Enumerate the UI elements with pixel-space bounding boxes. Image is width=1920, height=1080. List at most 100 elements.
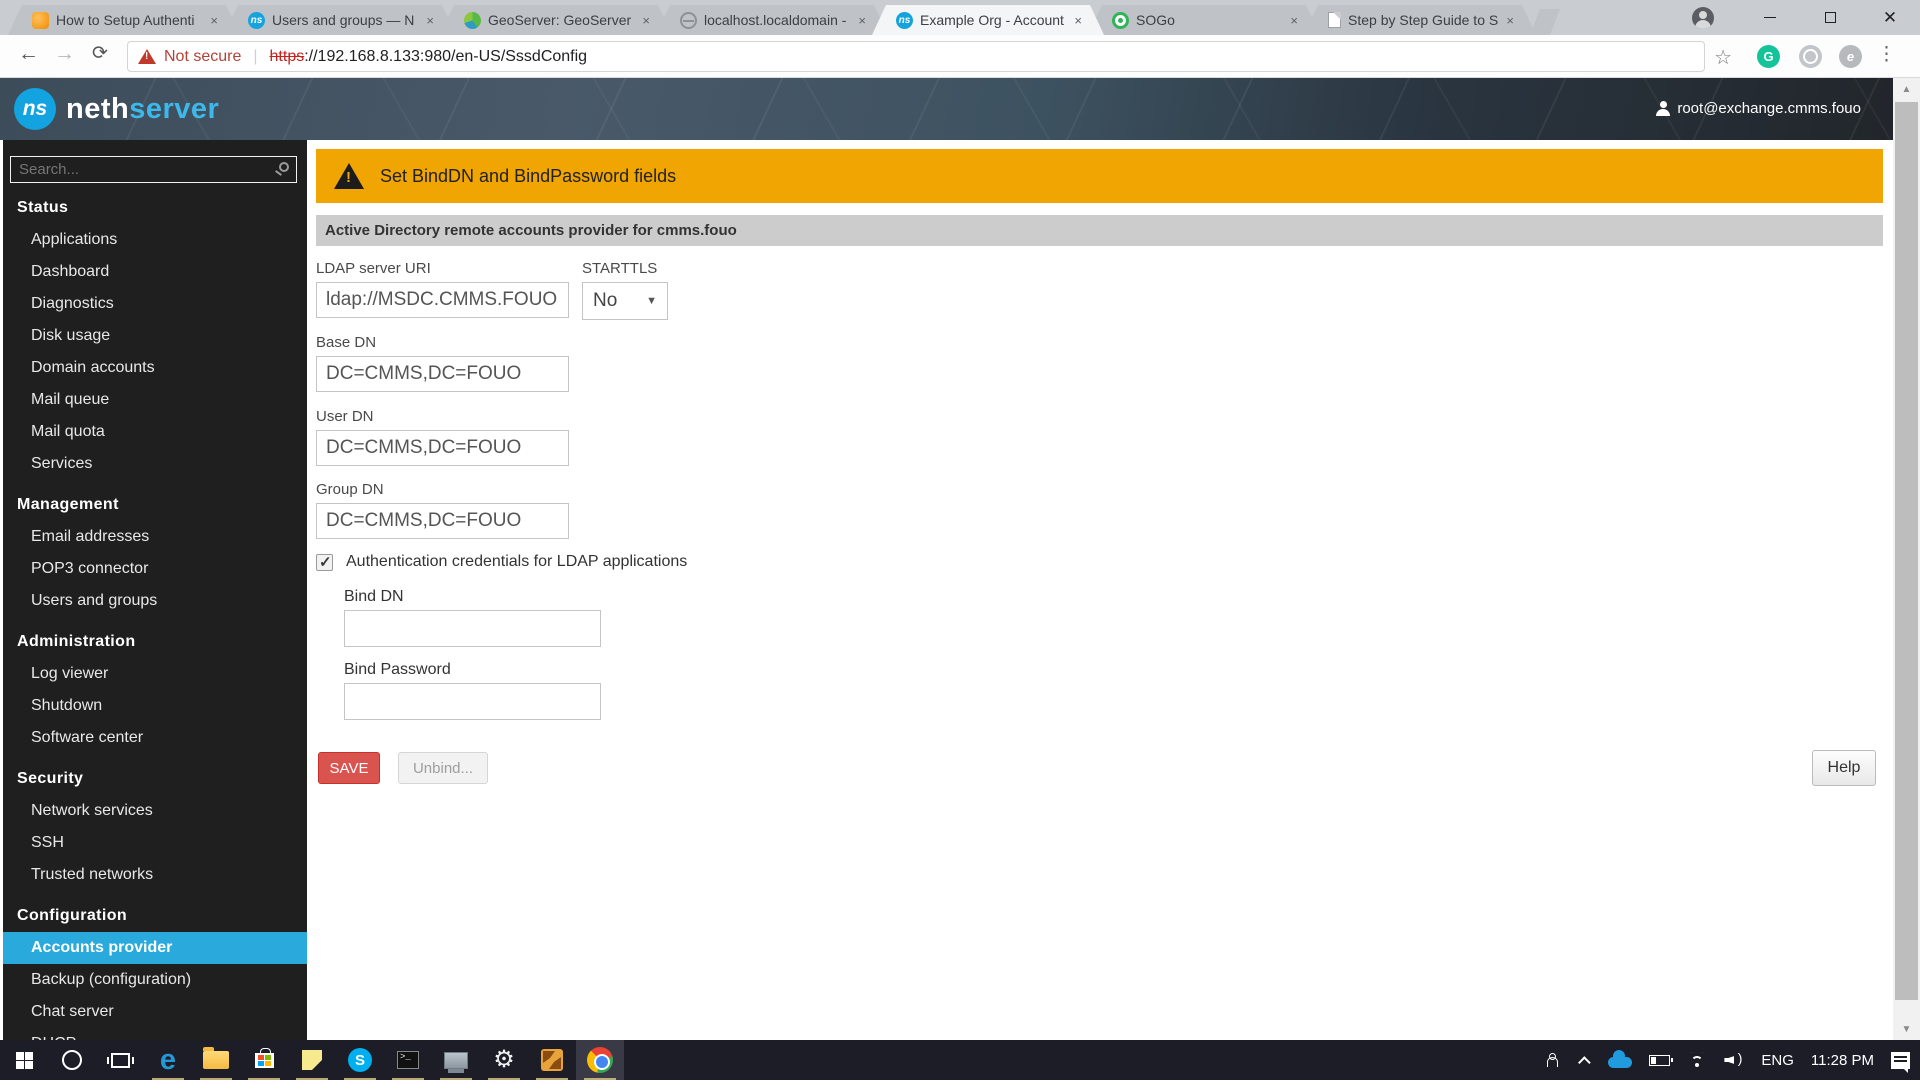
base-dn-input[interactable] xyxy=(316,356,569,392)
sidebar-item-trusted-networks[interactable]: Trusted networks xyxy=(3,859,307,891)
forward-button[interactable]: → xyxy=(54,42,75,66)
tab-title: Users and groups — N xyxy=(272,12,419,28)
not-secure-warning-icon[interactable] xyxy=(138,49,156,64)
tab-example-org-active[interactable]: ns Example Org - Account × xyxy=(872,5,1104,35)
chevron-down-icon: ▼ xyxy=(646,295,657,307)
sidebar-item-backup-configuration[interactable]: Backup (configuration) xyxy=(3,964,307,996)
reload-button[interactable]: ⟳ xyxy=(92,42,108,65)
starttls-select[interactable]: No ▼ xyxy=(582,282,668,320)
task-view-button[interactable] xyxy=(96,1040,144,1080)
bind-password-input[interactable] xyxy=(344,683,601,720)
auth-credentials-checkbox[interactable] xyxy=(316,554,333,571)
tab-close-icon[interactable]: × xyxy=(426,14,434,27)
ldap-uri-label: LDAP server URI xyxy=(316,260,431,277)
help-button[interactable]: Help xyxy=(1812,750,1876,786)
tab-sogo[interactable]: SOGo × xyxy=(1088,5,1320,35)
ldap-uri-input[interactable] xyxy=(316,282,569,318)
sticky-notes-taskbar-button[interactable] xyxy=(288,1040,336,1080)
shutter-extension-icon[interactable] xyxy=(1799,45,1822,68)
bookmark-star-icon[interactable]: ☆ xyxy=(1714,45,1732,70)
sidebar-item-software-center[interactable]: Software center xyxy=(3,722,307,754)
sidebar-item-users-and-groups[interactable]: Users and groups xyxy=(3,585,307,617)
maximize-icon xyxy=(1825,12,1836,23)
sidebar-item-disk-usage[interactable]: Disk usage xyxy=(3,320,307,352)
scroll-up-icon[interactable]: ▲ xyxy=(1893,78,1920,100)
tab-step-by-step[interactable]: Step by Step Guide to S × xyxy=(1304,5,1536,35)
sidebar-item-domain-accounts[interactable]: Domain accounts xyxy=(3,352,307,384)
wifi-icon[interactable] xyxy=(1687,1052,1707,1068)
tab-close-icon[interactable]: × xyxy=(642,14,650,27)
remote-desktop-icon xyxy=(541,1049,563,1071)
user-icon xyxy=(1656,101,1670,116)
tab-close-icon[interactable]: × xyxy=(1290,14,1298,27)
tab-close-icon[interactable]: × xyxy=(858,14,866,27)
search-input[interactable] xyxy=(10,156,297,183)
file-explorer-taskbar-button[interactable] xyxy=(192,1040,240,1080)
browser-menu-icon[interactable]: ⋮ xyxy=(1877,43,1896,66)
volume-icon[interactable] xyxy=(1724,1053,1744,1067)
save-button[interactable]: SAVE xyxy=(318,752,380,784)
devices-taskbar-button[interactable] xyxy=(432,1040,480,1080)
start-button[interactable] xyxy=(0,1040,48,1080)
tab-title: Example Org - Account xyxy=(920,12,1067,28)
address-bar[interactable]: Not secure | https://192.168.8.133:980/e… xyxy=(127,41,1705,72)
tab-close-icon[interactable]: × xyxy=(210,14,218,27)
minimize-button[interactable] xyxy=(1740,0,1800,35)
tab-how-to-setup[interactable]: How to Setup Authenti × xyxy=(8,5,240,35)
sidebar-item-shutdown[interactable]: Shutdown xyxy=(3,690,307,722)
tray-chevron-up-icon[interactable] xyxy=(1578,1056,1591,1069)
sidebar-item-accounts-provider[interactable]: Accounts provider xyxy=(3,932,307,964)
scroll-down-icon[interactable]: ▼ xyxy=(1893,1018,1920,1040)
bind-dn-input[interactable] xyxy=(344,610,601,647)
tab-users-and-groups[interactable]: ns Users and groups — N × xyxy=(224,5,456,35)
tab-geoserver[interactable]: GeoServer: GeoServer × xyxy=(440,5,672,35)
action-center-icon[interactable] xyxy=(1891,1052,1910,1069)
sidebar-item-pop3-connector[interactable]: POP3 connector xyxy=(3,553,307,585)
edge-taskbar-button[interactable]: e xyxy=(144,1040,192,1080)
scrollbar-thumb[interactable] xyxy=(1895,102,1918,1000)
sidebar-item-log-viewer[interactable]: Log viewer xyxy=(3,658,307,690)
store-taskbar-button[interactable] xyxy=(240,1040,288,1080)
user-dn-input[interactable] xyxy=(316,430,569,466)
sidebar-item-ssh[interactable]: SSH xyxy=(3,827,307,859)
logged-in-user-menu[interactable]: root@exchange.cmms.fouo xyxy=(1656,100,1861,117)
sidebar-item-network-services[interactable]: Network services xyxy=(3,795,307,827)
command-prompt-taskbar-button[interactable]: >_ xyxy=(384,1040,432,1080)
sidebar-section-administration: Administration xyxy=(3,626,307,658)
new-tab-button[interactable] xyxy=(1530,9,1560,35)
skype-taskbar-button[interactable]: S xyxy=(336,1040,384,1080)
tab-localhost[interactable]: localhost.localdomain - × xyxy=(656,5,888,35)
maximize-button[interactable] xyxy=(1800,0,1860,35)
nethserver-logo[interactable]: ns nethserver xyxy=(14,88,219,130)
evernote-extension-icon[interactable]: e xyxy=(1839,45,1862,68)
clock[interactable]: 11:28 PM xyxy=(1811,1052,1874,1069)
tab-close-icon[interactable]: × xyxy=(1506,14,1514,27)
close-button[interactable]: ✕ xyxy=(1860,0,1920,35)
sidebar-item-chat-server[interactable]: Chat server xyxy=(3,996,307,1028)
onedrive-cloud-icon[interactable] xyxy=(1608,1057,1632,1068)
grammarly-extension-icon[interactable]: G xyxy=(1757,45,1780,68)
language-indicator[interactable]: ENG xyxy=(1761,1052,1794,1069)
back-button[interactable]: ← xyxy=(18,42,39,66)
url-text[interactable]: https://192.168.8.133:980/en-US/SssdConf… xyxy=(270,48,588,66)
remote-desktop-taskbar-button[interactable] xyxy=(528,1040,576,1080)
chrome-taskbar-button[interactable] xyxy=(576,1040,624,1080)
settings-taskbar-button[interactable]: ⚙ xyxy=(480,1040,528,1080)
sidebar-item-mail-queue[interactable]: Mail queue xyxy=(3,384,307,416)
sidebar-item-diagnostics[interactable]: Diagnostics xyxy=(3,288,307,320)
battery-icon[interactable] xyxy=(1649,1055,1670,1066)
page-scrollbar[interactable]: ▲ ▼ xyxy=(1893,78,1920,1040)
sidebar-item-email-addresses[interactable]: Email addresses xyxy=(3,521,307,553)
tab-close-icon[interactable]: × xyxy=(1074,14,1082,27)
auth-credentials-label: Authentication credentials for LDAP appl… xyxy=(346,553,687,571)
sidebar-item-services[interactable]: Services xyxy=(3,448,307,480)
people-tray-icon[interactable] xyxy=(1547,1053,1565,1067)
unbind-button[interactable]: Unbind... xyxy=(398,752,488,784)
sidebar-item-applications[interactable]: Applications xyxy=(3,224,307,256)
sidebar-item-dashboard[interactable]: Dashboard xyxy=(3,256,307,288)
cortana-button[interactable] xyxy=(48,1040,96,1080)
not-secure-label[interactable]: Not secure xyxy=(164,48,241,66)
group-dn-input[interactable] xyxy=(316,503,569,539)
sidebar-item-mail-quota[interactable]: Mail quota xyxy=(3,416,307,448)
browser-profile-avatar[interactable] xyxy=(1692,7,1714,29)
